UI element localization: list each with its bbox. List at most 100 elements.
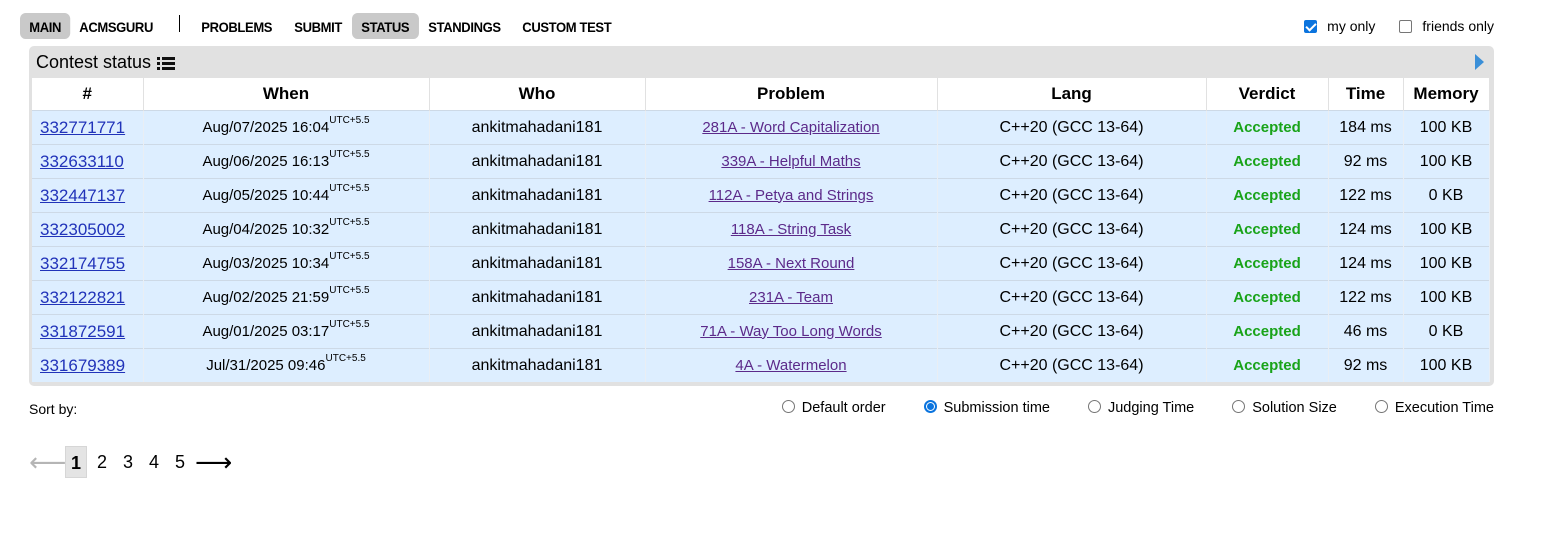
expand-arrow-icon[interactable] <box>1475 54 1484 70</box>
submission-id-link[interactable]: 332447137 <box>40 186 125 205</box>
my-only-filter[interactable]: my only <box>1304 18 1375 34</box>
radio-solution-size[interactable] <box>1232 399 1246 413</box>
submission-date: Aug/01/2025 03:17 <box>202 323 330 340</box>
verdict-accepted[interactable]: Accepted <box>1233 119 1301 136</box>
timezone-label: UTC+5.5 <box>329 251 370 262</box>
tab-submit[interactable]: SUBMIT <box>285 13 351 39</box>
my-only-checkbox[interactable] <box>1304 19 1318 33</box>
radio-execution-time[interactable] <box>1374 399 1388 413</box>
memory-cell: 0 KB <box>1403 314 1490 349</box>
submission-date: Aug/04/2025 10:32 <box>202 221 330 238</box>
submission-id-link[interactable]: 332174755 <box>40 254 125 273</box>
verdict-cell: Accepted <box>1206 280 1329 315</box>
pagination: ⟵ 1 2 3 4 5 ⟶ <box>29 446 232 478</box>
radio-submission-time[interactable] <box>923 399 937 413</box>
verdict-cell: Accepted <box>1206 144 1329 179</box>
problem-link[interactable]: 112A - Petya and Strings <box>709 187 874 204</box>
tab-status[interactable]: STATUS <box>351 13 419 39</box>
table-row: 332447137 Aug/05/2025 10:44UTC+5.5 ankitma… <box>32 178 1490 213</box>
problem-link[interactable]: 231A - Team <box>749 289 833 306</box>
when-cell: Aug/07/2025 16:04UTC+5.5 <box>143 110 430 145</box>
time-cell: 46 ms <box>1328 314 1404 349</box>
radio-judging-time[interactable] <box>1087 399 1101 413</box>
submission-id-cell: 332305002 <box>32 212 144 247</box>
page-4[interactable]: 4 <box>143 446 165 478</box>
verdict-accepted[interactable]: Accepted <box>1233 221 1301 238</box>
submission-id-link[interactable]: 332122821 <box>40 288 125 307</box>
verdict-accepted[interactable]: Accepted <box>1233 357 1301 374</box>
time-cell: 92 ms <box>1328 144 1404 179</box>
problem-cell: 71A - Way Too Long Words <box>645 314 938 349</box>
friends-only-label: friends only <box>1422 18 1494 34</box>
problem-link[interactable]: 4A - Watermelon <box>735 357 846 374</box>
friends-only-checkbox[interactable] <box>1399 19 1413 33</box>
timezone-label: UTC+5.5 <box>329 115 370 126</box>
problem-link[interactable]: 118A - String Task <box>731 221 851 238</box>
submission-id-cell: 332122821 <box>32 280 144 315</box>
who-cell: ankitmahadani181 <box>429 246 646 281</box>
verdict-accepted[interactable]: Accepted <box>1233 187 1301 204</box>
problem-cell: 158A - Next Round <box>645 246 938 281</box>
submission-date: Aug/05/2025 10:44 <box>202 187 330 204</box>
memory-cell: 100 KB <box>1403 110 1490 145</box>
problem-cell: 4A - Watermelon <box>645 348 938 382</box>
tab-standings[interactable]: STANDINGS <box>419 13 510 39</box>
when-cell: Aug/06/2025 16:13UTC+5.5 <box>143 144 430 179</box>
tab-problems[interactable]: PROBLEMS <box>192 13 281 39</box>
verdict-accepted[interactable]: Accepted <box>1233 323 1301 340</box>
memory-cell: 100 KB <box>1403 212 1490 247</box>
submission-id-link[interactable]: 332771771 <box>40 118 125 137</box>
when-cell: Aug/04/2025 10:32UTC+5.5 <box>143 212 430 247</box>
problem-link[interactable]: 158A - Next Round <box>728 255 855 272</box>
page-2[interactable]: 2 <box>91 446 113 478</box>
submission-id-link[interactable]: 332305002 <box>40 220 125 239</box>
sort-default-order[interactable]: Default order <box>781 399 886 416</box>
page-1[interactable]: 1 <box>65 446 87 478</box>
timezone-label: UTC+5.5 <box>329 149 370 160</box>
time-cell: 92 ms <box>1328 348 1404 382</box>
status-table: # When Who Problem Lang Verdict Time Mem… <box>32 78 1490 382</box>
submission-id-link[interactable]: 331679389 <box>40 356 125 375</box>
radio-default-order[interactable] <box>781 399 795 413</box>
who-cell: ankitmahadani181 <box>429 144 646 179</box>
submission-id-link[interactable]: 332633110 <box>40 152 124 171</box>
page-5[interactable]: 5 <box>169 446 191 478</box>
col-header-id: # <box>32 78 144 111</box>
lang-cell: C++20 (GCC 13-64) <box>937 144 1207 179</box>
sort-execution-time[interactable]: Execution Time <box>1374 399 1494 416</box>
problem-link[interactable]: 339A - Helpful Maths <box>721 153 860 170</box>
timezone-label: UTC+5.5 <box>329 217 370 228</box>
memory-cell: 100 KB <box>1403 246 1490 281</box>
tab-main[interactable]: MAIN <box>20 13 71 39</box>
list-icon[interactable] <box>157 56 176 70</box>
tab-acmsguru[interactable]: ACMSGURU <box>70 13 162 39</box>
submission-id-cell: 332174755 <box>32 246 144 281</box>
problem-cell: 339A - Helpful Maths <box>645 144 938 179</box>
timezone-label: UTC+5.5 <box>329 285 370 296</box>
lang-cell: C++20 (GCC 13-64) <box>937 212 1207 247</box>
tab-custom-test[interactable]: CUSTOM TEST <box>513 13 621 39</box>
memory-cell: 100 KB <box>1403 144 1490 179</box>
col-header-memory: Memory <box>1403 78 1490 111</box>
submission-id-link[interactable]: 331872591 <box>40 322 125 341</box>
verdict-accepted[interactable]: Accepted <box>1233 255 1301 272</box>
verdict-accepted[interactable]: Accepted <box>1233 153 1301 170</box>
prev-page-arrow-icon: ⟵ <box>29 447 67 477</box>
status-filters: my only friends only <box>1280 18 1494 34</box>
page-3[interactable]: 3 <box>117 446 139 478</box>
sort-judging-time[interactable]: Judging Time <box>1087 399 1194 416</box>
table-row: 332174755 Aug/03/2025 10:34UTC+5.5 ankitma… <box>32 246 1490 281</box>
my-only-label: my only <box>1327 18 1376 34</box>
submission-date: Jul/31/2025 09:46 <box>206 357 326 374</box>
verdict-cell: Accepted <box>1206 246 1329 281</box>
problem-link[interactable]: 71A - Way Too Long Words <box>700 323 882 340</box>
next-page-arrow-icon[interactable]: ⟶ <box>195 449 232 475</box>
when-cell: Aug/05/2025 10:44UTC+5.5 <box>143 178 430 213</box>
sort-solution-size[interactable]: Solution Size <box>1232 399 1337 416</box>
sort-submission-time[interactable]: Submission time <box>923 399 1050 416</box>
problem-link[interactable]: 281A - Word Capitalization <box>702 119 879 136</box>
verdict-accepted[interactable]: Accepted <box>1233 289 1301 306</box>
table-header-row: # When Who Problem Lang Verdict Time Mem… <box>32 78 1490 111</box>
friends-only-filter[interactable]: friends only <box>1399 18 1494 34</box>
time-cell: 184 ms <box>1328 110 1404 145</box>
